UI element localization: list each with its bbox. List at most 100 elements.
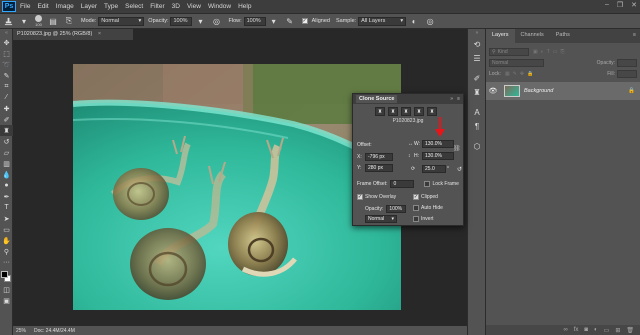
aligned-checkbox[interactable]: ✓ bbox=[301, 18, 308, 24]
screen-mode-icon[interactable]: ▣ bbox=[0, 295, 13, 306]
airbrush-icon[interactable]: ✎ bbox=[285, 16, 295, 26]
panel-menu-icon[interactable]: ≡ bbox=[629, 29, 640, 43]
menu-help[interactable]: Help bbox=[238, 3, 251, 10]
more-tools-icon[interactable]: ··· bbox=[0, 257, 13, 268]
x-offset-field[interactable]: -796 px bbox=[365, 153, 393, 161]
eraser-tool-icon[interactable]: ▱ bbox=[0, 147, 13, 158]
overlay-opacity-field[interactable]: 100% bbox=[386, 205, 407, 213]
foreground-color-swatch[interactable] bbox=[1, 271, 8, 278]
zoom-tool-icon[interactable]: ⚲ bbox=[0, 246, 13, 257]
menu-select[interactable]: Select bbox=[125, 3, 143, 10]
clipped-checkbox[interactable]: ✓ bbox=[413, 194, 419, 200]
clone-source-5-button[interactable]: ♜ bbox=[427, 107, 437, 116]
pressure-size-icon[interactable]: ◎ bbox=[425, 16, 435, 26]
ignore-adjustment-layers-icon[interactable]: ◐ bbox=[409, 16, 419, 26]
minimize-button[interactable]: – bbox=[605, 1, 609, 9]
clone-source-title-bar[interactable]: Clone Source » ≡ bbox=[353, 94, 463, 104]
collapse-panel-icon[interactable]: » bbox=[450, 96, 453, 102]
new-layer-icon[interactable]: ⊞ bbox=[615, 327, 620, 334]
pen-tool-icon[interactable]: ✒ bbox=[0, 191, 13, 202]
type-tool-icon[interactable]: T bbox=[0, 202, 13, 213]
clone-source-3-button[interactable]: ♜ bbox=[401, 107, 411, 116]
color-swatches[interactable] bbox=[0, 270, 13, 284]
filter-icons[interactable]: ▣◐T▭⎘ bbox=[533, 49, 568, 55]
menu-image[interactable]: Image bbox=[56, 3, 74, 10]
path-selection-tool-icon[interactable]: ➤ bbox=[0, 213, 13, 224]
document-tab[interactable]: P1020823.jpg @ 25% (RGB/8) × bbox=[13, 29, 133, 40]
menu-window[interactable]: Window bbox=[208, 3, 231, 10]
3d-panel-icon[interactable]: ⬡ bbox=[468, 139, 486, 153]
rectangle-tool-icon[interactable]: ▭ bbox=[0, 224, 13, 235]
close-window-button[interactable]: ✕ bbox=[631, 1, 637, 9]
zoom-level[interactable]: 25% bbox=[16, 328, 26, 334]
menu-layer[interactable]: Layer bbox=[81, 3, 97, 10]
menu-3d[interactable]: 3D bbox=[172, 3, 180, 10]
healing-brush-tool-icon[interactable]: ✚ bbox=[0, 103, 13, 114]
height-scale-field[interactable]: 130.0% bbox=[422, 152, 454, 160]
close-tab-icon[interactable]: × bbox=[98, 31, 101, 37]
crop-tool-icon[interactable]: ⌗ bbox=[0, 81, 13, 92]
auto-hide-checkbox[interactable] bbox=[413, 205, 419, 211]
quick-select-tool-icon[interactable]: ✎ bbox=[0, 70, 13, 81]
layer-filter-select[interactable]: ⚲ Kind bbox=[489, 47, 529, 56]
eyedropper-tool-icon[interactable]: ⁄ bbox=[0, 92, 13, 103]
properties-panel-icon[interactable]: ☰ bbox=[468, 51, 486, 65]
chevron-down-icon[interactable]: ▾ bbox=[195, 16, 205, 26]
hand-tool-icon[interactable]: ✋ bbox=[0, 235, 13, 246]
marquee-tool-icon[interactable]: ⬚ bbox=[0, 48, 13, 59]
clone-source-title[interactable]: Clone Source bbox=[356, 95, 398, 103]
menu-view[interactable]: View bbox=[187, 3, 201, 10]
overlay-blend-select[interactable]: Normal ▾ bbox=[365, 215, 397, 223]
collapse-dock-icon[interactable]: » bbox=[468, 29, 486, 37]
blur-tool-icon[interactable]: 💧 bbox=[0, 169, 13, 180]
new-group-icon[interactable]: ▭ bbox=[604, 327, 610, 334]
clone-source-2-button[interactable]: ♜ bbox=[388, 107, 398, 116]
invert-checkbox[interactable] bbox=[413, 216, 419, 222]
frame-offset-field[interactable]: 0 bbox=[390, 180, 415, 188]
sample-select[interactable]: All Layers ▾ bbox=[358, 16, 407, 26]
blend-mode-select[interactable]: Normal bbox=[489, 58, 544, 67]
clone-source-panel-icon[interactable]: ⎘ bbox=[64, 16, 74, 26]
clone-source-panel-icon[interactable]: ♜ bbox=[468, 85, 486, 99]
fill-field[interactable] bbox=[617, 69, 637, 78]
brush-panel-icon[interactable]: ▤ bbox=[48, 16, 58, 26]
clone-stamp-tool-icon[interactable]: ♜ bbox=[0, 125, 13, 136]
tab-layers[interactable]: Layers bbox=[486, 29, 515, 43]
menu-edit[interactable]: Edit bbox=[37, 3, 48, 10]
tab-paths[interactable]: Paths bbox=[550, 29, 576, 43]
chevron-down-icon[interactable]: ▾ bbox=[269, 16, 279, 26]
gradient-tool-icon[interactable]: ▥ bbox=[0, 158, 13, 169]
add-mask-icon[interactable]: ◙ bbox=[584, 327, 588, 333]
move-tool-icon[interactable]: ✥ bbox=[0, 37, 13, 48]
history-brush-tool-icon[interactable]: ↺ bbox=[0, 136, 13, 147]
layer-style-icon[interactable]: fx bbox=[574, 327, 579, 333]
pressure-opacity-icon[interactable]: ◎ bbox=[211, 16, 221, 26]
y-offset-field[interactable]: 280 px bbox=[365, 164, 393, 172]
clone-source-4-button[interactable]: ♜ bbox=[414, 107, 424, 116]
mode-select[interactable]: Normal ▾ bbox=[98, 16, 145, 26]
quick-mask-icon[interactable]: ◫ bbox=[0, 284, 13, 295]
opacity-field[interactable]: 100% bbox=[170, 16, 193, 26]
visibility-eye-icon[interactable]: 👁 bbox=[486, 87, 500, 95]
angle-field[interactable]: 25.0 bbox=[422, 165, 446, 173]
restore-button[interactable]: ❐ bbox=[617, 1, 623, 9]
layer-name[interactable]: Background bbox=[524, 88, 553, 94]
menu-file[interactable]: File bbox=[20, 3, 30, 10]
paragraph-panel-icon[interactable]: ¶ bbox=[468, 119, 486, 133]
menu-filter[interactable]: Filter bbox=[150, 3, 164, 10]
dodge-tool-icon[interactable]: ● bbox=[0, 180, 13, 191]
show-overlay-checkbox[interactable]: ✓ bbox=[357, 194, 363, 200]
lasso-tool-icon[interactable]: ➰ bbox=[0, 59, 13, 70]
layer-opacity-field[interactable] bbox=[617, 58, 637, 67]
chevron-down-icon[interactable]: ▾ bbox=[19, 16, 29, 26]
clone-stamp-tool-icon[interactable] bbox=[3, 16, 13, 26]
reset-transform-icon[interactable]: ↺ bbox=[457, 166, 462, 173]
clone-source-1-button[interactable]: ♜ bbox=[375, 107, 385, 116]
brush-preset-picker[interactable]: 100 bbox=[35, 15, 42, 27]
panel-menu-icon[interactable]: ≡ bbox=[457, 96, 460, 102]
lock-frame-checkbox[interactable] bbox=[424, 181, 431, 187]
brush-tool-icon[interactable]: ✐ bbox=[0, 114, 13, 125]
lock-icons[interactable]: ▦✎✥🔒 bbox=[505, 71, 536, 77]
layer-row-background[interactable]: 👁 Background 🔒 bbox=[486, 82, 640, 100]
history-panel-icon[interactable]: ⟲ bbox=[468, 37, 486, 51]
